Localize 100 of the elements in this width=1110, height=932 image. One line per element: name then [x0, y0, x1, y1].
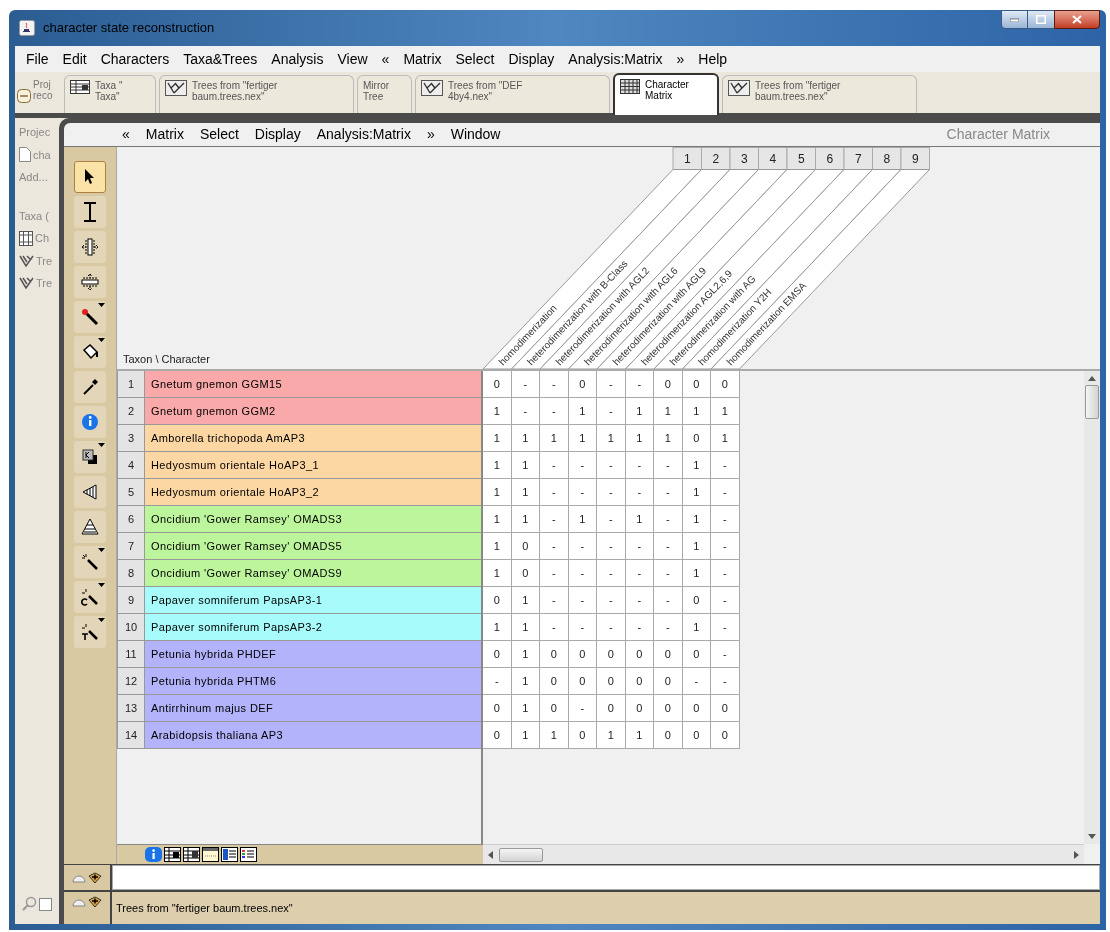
matrix-cell[interactable]: - — [625, 371, 654, 398]
matrix-cell[interactable]: - — [711, 560, 740, 587]
matrix-cell[interactable]: 0 — [682, 722, 711, 749]
menu-item[interactable]: » — [418, 124, 443, 145]
row-number[interactable]: 8 — [117, 560, 145, 587]
tool-button[interactable] — [74, 196, 106, 228]
column-number[interactable]: 9 — [900, 147, 930, 170]
matrix-cell[interactable]: 1 — [597, 722, 626, 749]
horizontal-scrollbar[interactable] — [483, 844, 1084, 864]
matrix-cell[interactable]: 1 — [597, 425, 626, 452]
taxon-name[interactable]: Hedyosmum orientale HoAP3_1 — [145, 452, 481, 479]
tool-button[interactable] — [74, 441, 106, 473]
menu-item[interactable]: Characters — [93, 48, 177, 70]
matrix-cell[interactable]: 1 — [682, 479, 711, 506]
matrix-cell[interactable]: 0 — [540, 695, 569, 722]
matrix-cell[interactable]: - — [625, 614, 654, 641]
menu-item[interactable]: Display — [501, 48, 562, 70]
matrix-cell[interactable]: 0 — [625, 668, 654, 695]
matrix-cell[interactable]: - — [654, 587, 683, 614]
row-number[interactable]: 12 — [117, 668, 145, 695]
matrix-cell[interactable]: - — [597, 398, 626, 425]
matrix-cell[interactable]: - — [568, 614, 597, 641]
menu-item[interactable]: Analysis:Matrix — [561, 48, 670, 70]
matrix-cell[interactable]: 1 — [511, 722, 540, 749]
column-number[interactable]: 8 — [872, 147, 902, 170]
log-field[interactable] — [112, 865, 1100, 890]
matrix-cell[interactable]: 0 — [483, 587, 512, 614]
project-tab[interactable]: Proj reco — [33, 75, 61, 113]
matrix-cell[interactable]: - — [625, 587, 654, 614]
matrix-cell[interactable]: 1 — [682, 506, 711, 533]
matrix-cell[interactable]: - — [568, 587, 597, 614]
matrix-cell[interactable]: 0 — [597, 695, 626, 722]
matrix-cell[interactable]: - — [597, 560, 626, 587]
column-number[interactable]: 5 — [786, 147, 816, 170]
matrix-cell[interactable]: 1 — [511, 587, 540, 614]
color-list-icon[interactable] — [240, 847, 257, 862]
row-number[interactable]: 13 — [117, 695, 145, 722]
scroll-up-icon[interactable] — [1088, 375, 1096, 381]
menu-item[interactable]: » — [669, 48, 692, 70]
tool-button[interactable] — [74, 616, 106, 648]
matrix-cell[interactable]: 0 — [511, 560, 540, 587]
taxon-name[interactable]: Gnetum gnemon GGM2 — [145, 398, 481, 425]
column-number[interactable]: 7 — [843, 147, 873, 170]
tab[interactable]: Taxa " Taxa" — [64, 75, 156, 113]
menu-item[interactable]: Select — [448, 48, 502, 70]
matrix-cell[interactable]: - — [540, 452, 569, 479]
matrix-cell[interactable]: - — [597, 506, 626, 533]
matrix-cell[interactable]: 1 — [511, 506, 540, 533]
matrix-cell[interactable]: - — [625, 533, 654, 560]
matrix-cell[interactable]: 0 — [483, 695, 512, 722]
menu-item[interactable]: Analysis:Matrix — [308, 124, 419, 145]
matrix-cell[interactable]: 1 — [682, 614, 711, 641]
matrix-cell[interactable]: - — [682, 668, 711, 695]
tool-button[interactable] — [74, 161, 106, 193]
matrix-cell[interactable]: 1 — [483, 479, 512, 506]
matrix-cell[interactable]: - — [511, 371, 540, 398]
matrix-cell[interactable]: - — [597, 587, 626, 614]
matrix-cell[interactable]: - — [654, 506, 683, 533]
matrix-cell[interactable]: - — [540, 533, 569, 560]
row-number[interactable]: 11 — [117, 641, 145, 668]
matrix-cell[interactable]: 0 — [540, 641, 569, 668]
matrix-cell[interactable]: 1 — [483, 614, 512, 641]
matrix-cell[interactable]: 1 — [654, 425, 683, 452]
expand-icon[interactable] — [88, 896, 102, 908]
window-icon[interactable] — [202, 847, 219, 862]
matrix-cell[interactable]: 0 — [511, 533, 540, 560]
vertical-scrollbar[interactable] — [1084, 371, 1100, 844]
tool-button[interactable] — [74, 476, 106, 508]
menu-item[interactable]: Matrix — [396, 48, 449, 70]
taxon-name[interactable]: Gnetum gnemon GGM15 — [145, 371, 481, 398]
matrix-cell[interactable]: - — [540, 614, 569, 641]
taxon-name[interactable]: Antirrhinum majus DEF — [145, 695, 481, 722]
column-number[interactable]: 2 — [701, 147, 731, 170]
matrix-cell[interactable]: 1 — [483, 560, 512, 587]
row-number[interactable]: 1 — [117, 371, 145, 398]
matrix-cell[interactable]: - — [625, 479, 654, 506]
matrix-cell[interactable]: 1 — [511, 479, 540, 506]
matrix-cell[interactable]: - — [568, 479, 597, 506]
row-number[interactable]: 14 — [117, 722, 145, 749]
tab[interactable]: Trees from "fertiger baum.trees.nex" — [159, 75, 354, 113]
tab[interactable]: Character Matrix — [613, 73, 719, 115]
matrix-cell[interactable]: - — [625, 560, 654, 587]
matrix-cell[interactable]: - — [568, 560, 597, 587]
matrix-cell[interactable]: 1 — [511, 668, 540, 695]
menu-item[interactable]: Edit — [55, 48, 94, 70]
menu-item[interactable]: « — [114, 124, 138, 145]
matrix-cell[interactable]: - — [511, 398, 540, 425]
matrix-cell[interactable]: - — [625, 452, 654, 479]
matrix-cell[interactable]: 1 — [711, 398, 740, 425]
matrix-cell[interactable]: 1 — [483, 533, 512, 560]
tool-button[interactable] — [74, 301, 106, 333]
scroll-thumb[interactable] — [499, 847, 543, 862]
expand-icon[interactable] — [88, 871, 102, 884]
matrix-cell[interactable]: - — [711, 668, 740, 695]
taxon-name[interactable]: Papaver somniferum PapsAP3-2 — [145, 614, 481, 641]
search-checkbox[interactable] — [39, 897, 52, 911]
matrix-cell[interactable]: - — [597, 371, 626, 398]
matrix-cell[interactable]: 0 — [597, 668, 626, 695]
matrix-cell[interactable]: 1 — [483, 506, 512, 533]
matrix-cell[interactable]: 1 — [540, 722, 569, 749]
